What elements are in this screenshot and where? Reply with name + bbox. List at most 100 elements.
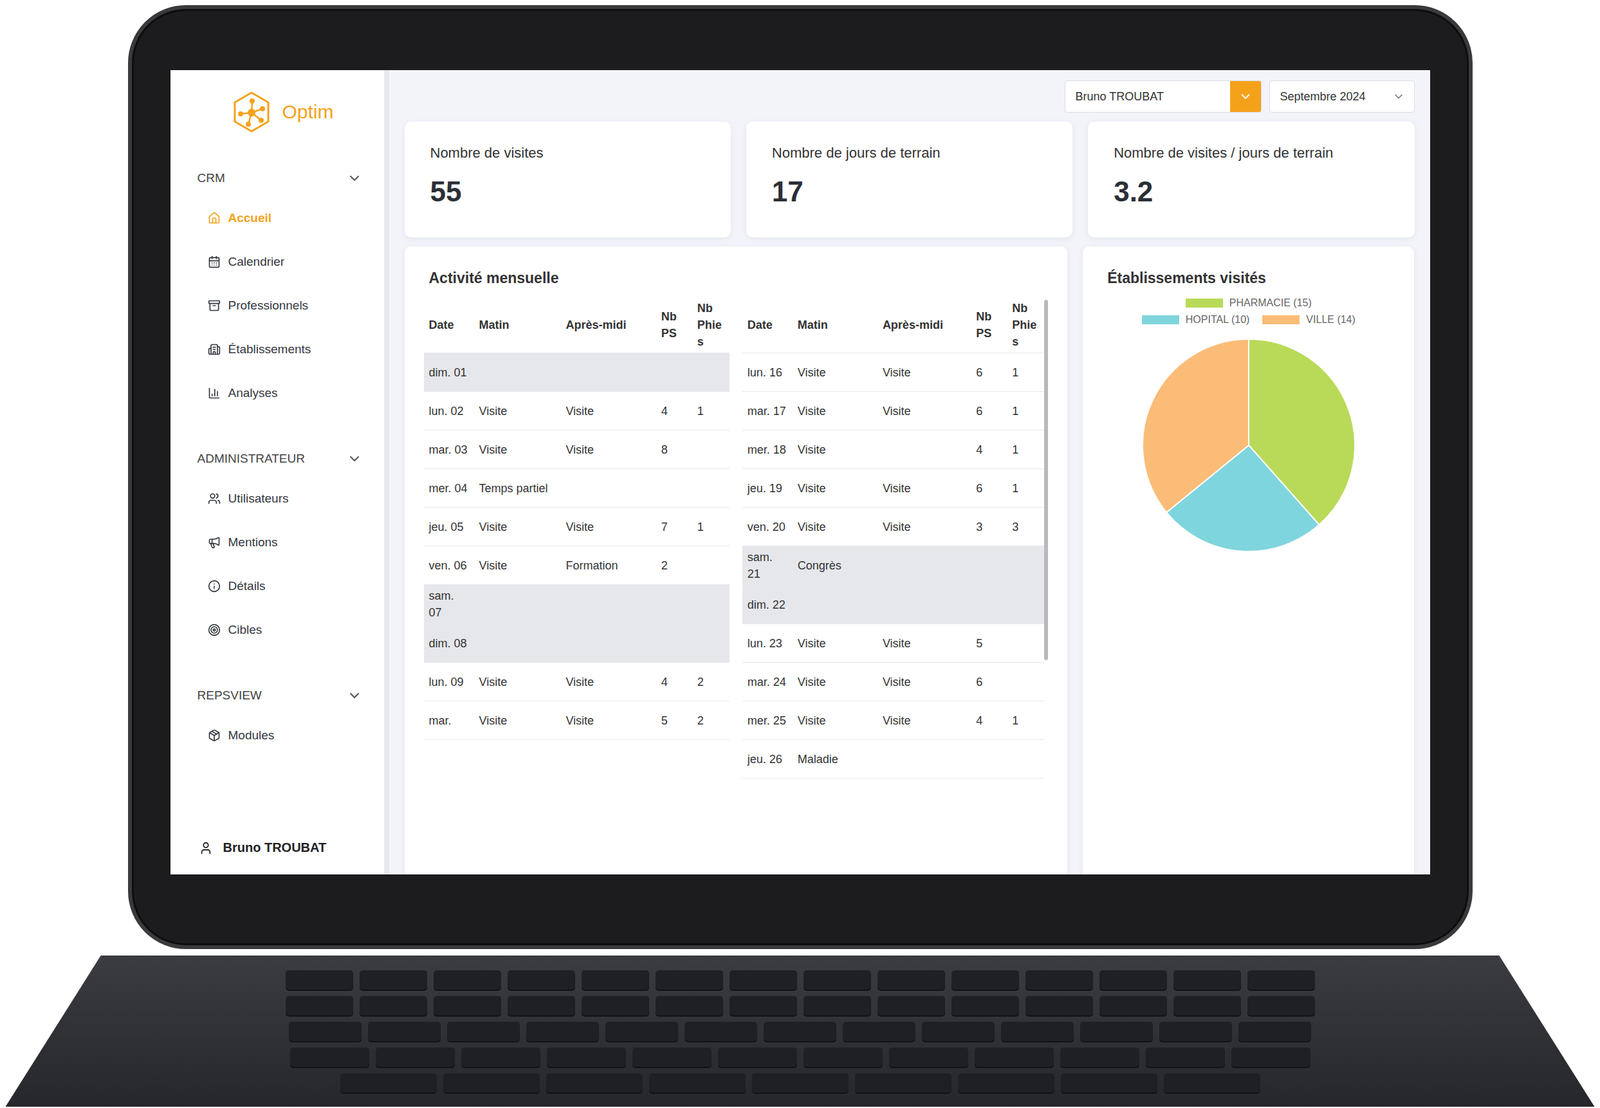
key[interactable]	[546, 1073, 643, 1093]
table-row[interactable]: mar. 24VisiteVisite6	[742, 662, 1045, 702]
key[interactable]	[447, 1021, 520, 1041]
key[interactable]	[461, 1047, 541, 1067]
key[interactable]	[1163, 1073, 1261, 1093]
section-header[interactable]: REPSVIEW	[192, 677, 373, 714]
legend-item[interactable]: HOPITAL (10)	[1141, 313, 1251, 326]
table-row[interactable]: lun. 23VisiteVisite5	[742, 624, 1045, 663]
section-header[interactable]: CRM	[192, 160, 373, 197]
legend-item[interactable]: VILLE (14)	[1262, 313, 1355, 326]
key[interactable]	[375, 1047, 455, 1067]
key[interactable]	[288, 1021, 362, 1041]
key[interactable]	[1173, 970, 1242, 990]
table-row[interactable]: dim. 08	[423, 624, 730, 663]
key[interactable]	[877, 970, 946, 990]
pie-slice[interactable]	[1142, 339, 1249, 513]
table-row[interactable]: mar. 17VisiteVisite61	[742, 391, 1045, 431]
table-row[interactable]: dim. 22	[742, 585, 1045, 625]
table-row[interactable]: sam. 07	[423, 584, 730, 625]
table-row[interactable]: dim. 01	[423, 353, 730, 392]
dropdown-button[interactable]	[1383, 81, 1415, 112]
table-row[interactable]: mar.VisiteVisite52	[423, 701, 730, 740]
key[interactable]	[763, 1021, 837, 1041]
key[interactable]	[1145, 1047, 1225, 1067]
key[interactable]	[1025, 970, 1094, 990]
user-profile[interactable]: Bruno TROUBAT	[192, 831, 373, 865]
table-row[interactable]: mar. 03VisiteVisite8	[423, 430, 730, 469]
table-row[interactable]: jeu. 26Maladie	[742, 739, 1045, 779]
key[interactable]	[507, 970, 576, 990]
key[interactable]	[581, 995, 650, 1016]
key[interactable]	[367, 1021, 441, 1041]
key[interactable]	[433, 995, 502, 1016]
logo[interactable]: Optim	[192, 70, 373, 154]
section-header[interactable]: ADMINISTRATEUR	[192, 440, 373, 477]
key[interactable]	[1247, 970, 1315, 990]
table-row[interactable]: lun. 02VisiteVisite41	[423, 391, 730, 431]
key[interactable]	[1099, 970, 1168, 990]
key[interactable]	[1060, 1047, 1140, 1067]
key[interactable]	[546, 1047, 626, 1067]
key[interactable]	[951, 970, 1020, 990]
table-row[interactable]: mer. 25VisiteVisite41	[742, 701, 1045, 740]
table-row[interactable]: jeu. 19VisiteVisite61	[742, 468, 1045, 508]
key[interactable]	[507, 995, 576, 1016]
legend-item[interactable]: PHARMACIE (15)	[1185, 297, 1312, 309]
table-row[interactable]: ven. 06VisiteFormation2	[423, 546, 730, 585]
key[interactable]	[1001, 1021, 1074, 1041]
dropdown-button[interactable]	[1230, 81, 1261, 112]
key[interactable]	[605, 1021, 679, 1041]
key[interactable]	[340, 1073, 437, 1093]
key[interactable]	[285, 995, 354, 1016]
key[interactable]	[921, 1021, 995, 1041]
key[interactable]	[1173, 995, 1242, 1016]
table-row[interactable]: sam. 21Congrès	[742, 546, 1045, 586]
key[interactable]	[1238, 1021, 1312, 1041]
key[interactable]	[1060, 1073, 1158, 1093]
sidebar-item[interactable]: Détails	[192, 564, 373, 608]
key[interactable]	[285, 970, 354, 990]
key[interactable]	[1159, 1021, 1233, 1041]
key[interactable]	[855, 1073, 952, 1093]
key[interactable]	[443, 1073, 540, 1093]
key[interactable]	[649, 1073, 746, 1093]
sidebar-item[interactable]: Cibles	[192, 607, 373, 652]
key[interactable]	[974, 1047, 1054, 1067]
key[interactable]	[717, 1047, 798, 1067]
key[interactable]	[803, 995, 872, 1016]
table-row[interactable]: mer. 04Temps partiel	[423, 468, 730, 508]
sidebar-item[interactable]: Analyses	[192, 371, 373, 415]
key[interactable]	[752, 1073, 849, 1093]
key[interactable]	[889, 1047, 969, 1067]
key[interactable]	[729, 970, 798, 990]
month-select[interactable]: Septembre 2024	[1269, 80, 1415, 113]
key[interactable]	[877, 995, 946, 1016]
key[interactable]	[359, 970, 428, 990]
sidebar-item[interactable]: Établissements	[192, 327, 373, 372]
key[interactable]	[290, 1047, 370, 1067]
table-row[interactable]: ven. 20VisiteVisite33	[742, 507, 1045, 547]
key[interactable]	[655, 970, 724, 990]
sidebar-item[interactable]: Mentions	[192, 520, 373, 565]
user-select[interactable]: Bruno TROUBAT	[1064, 80, 1262, 113]
key[interactable]	[1099, 995, 1168, 1016]
key[interactable]	[359, 995, 428, 1016]
table-row[interactable]: lun. 09VisiteVisite42	[423, 662, 730, 702]
key[interactable]	[1247, 995, 1315, 1016]
key[interactable]	[803, 1047, 883, 1067]
key[interactable]	[957, 1073, 1055, 1093]
key[interactable]	[632, 1047, 712, 1067]
sidebar-item[interactable]: Utilisateurs	[192, 476, 373, 521]
key[interactable]	[1231, 1047, 1311, 1067]
key[interactable]	[433, 970, 502, 990]
key[interactable]	[1025, 995, 1094, 1016]
key[interactable]	[803, 970, 872, 990]
key[interactable]	[526, 1021, 599, 1041]
key[interactable]	[951, 995, 1020, 1016]
sidebar-item[interactable]: Accueil	[192, 196, 373, 240]
table-row[interactable]: mer. 18Visite41	[742, 430, 1045, 469]
sidebar-item[interactable]: Professionnels	[192, 283, 373, 328]
sidebar-item[interactable]: Calendrier	[192, 239, 373, 284]
key[interactable]	[729, 995, 798, 1016]
key[interactable]	[581, 970, 650, 990]
key[interactable]	[655, 995, 724, 1016]
